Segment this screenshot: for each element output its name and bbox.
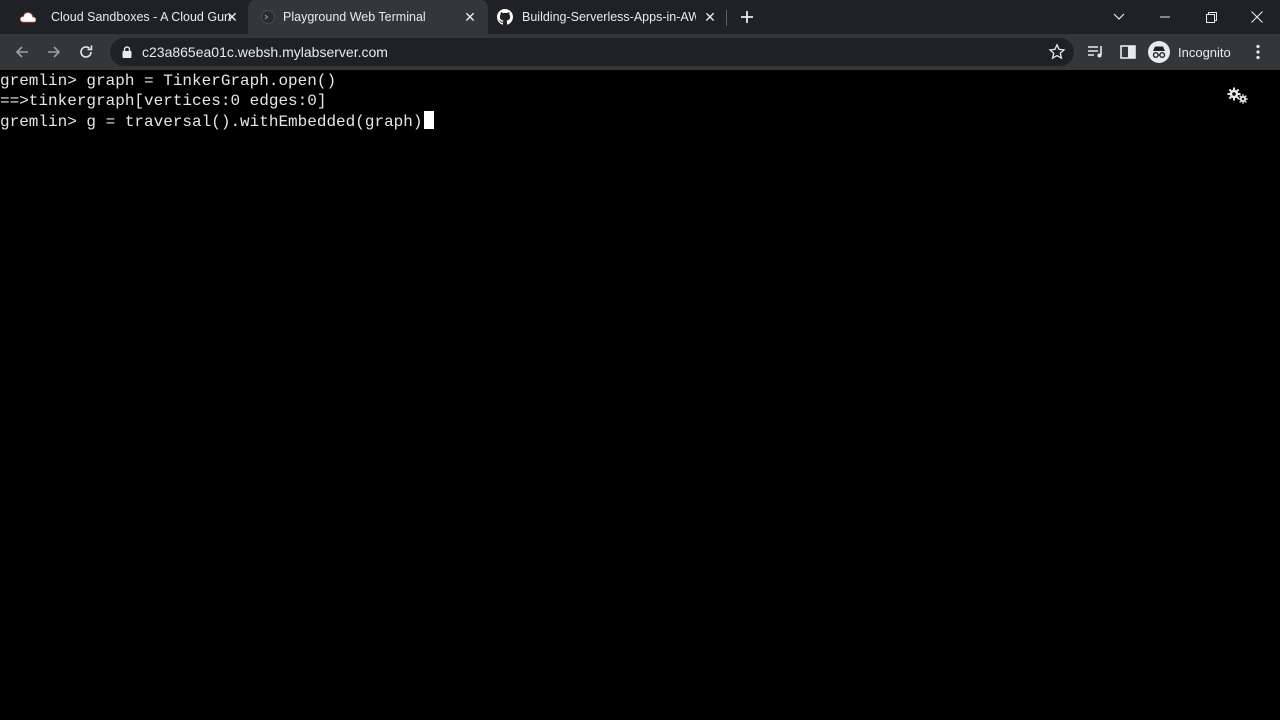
terminal-favicon-icon — [260, 9, 276, 25]
reading-list-icon[interactable] — [1086, 43, 1106, 61]
terminal-prompt-line[interactable]: gremlin> g = traversal().withEmbedded(gr… — [0, 111, 435, 132]
minimize-window-icon[interactable] — [1142, 0, 1188, 34]
tab-separator — [726, 10, 727, 26]
tab-title: Building-Serverless-Apps-in-AWS — [522, 10, 696, 24]
address-bar[interactable]: c23a865ea01c.websh.mylabserver.com — [110, 38, 1074, 66]
incognito-profile-button[interactable]: Incognito — [1148, 41, 1231, 63]
web-terminal[interactable]: gremlin> graph = TinkerGraph.open() ==>t… — [0, 70, 1280, 720]
side-panel-icon[interactable] — [1118, 43, 1138, 61]
lock-icon[interactable] — [120, 45, 134, 59]
reload-icon[interactable] — [74, 40, 98, 64]
tab-title: Playground Web Terminal — [283, 10, 426, 24]
tab-title: Cloud Sandboxes - A Cloud Guru — [51, 10, 231, 24]
close-tab-icon[interactable]: ✕ — [701, 8, 719, 26]
url-text[interactable]: c23a865ea01c.websh.mylabserver.com — [142, 44, 388, 60]
tab-strip: Cloud Sandboxes - A Cloud Guru ✕ Playgro… — [0, 0, 1280, 34]
restore-window-icon[interactable] — [1188, 0, 1234, 34]
tab-github-repo[interactable]: Building-Serverless-Apps-in-AWS ✕ — [488, 0, 724, 34]
terminal-output-line: ==>tinkergraph[vertices:0 edges:0] — [0, 92, 327, 110]
settings-gears-icon[interactable] — [1226, 86, 1250, 106]
bookmark-star-icon[interactable] — [1048, 43, 1066, 61]
back-arrow-icon[interactable] — [10, 40, 34, 64]
tab-cloud-sandboxes[interactable]: Cloud Sandboxes - A Cloud Guru ✕ — [8, 0, 248, 34]
incognito-label: Incognito — [1178, 44, 1231, 60]
close-tab-icon[interactable]: ✕ — [461, 8, 479, 26]
new-tab-plus-icon[interactable] — [736, 6, 758, 28]
close-tab-icon[interactable]: ✕ — [223, 8, 241, 26]
terminal-cursor — [424, 111, 435, 129]
terminal-command-text: gremlin> g = traversal().withEmbedded(gr… — [0, 113, 423, 131]
acloudguru-cloud-icon — [20, 9, 36, 25]
terminal-line: gremlin> graph = TinkerGraph.open() — [0, 72, 337, 90]
forward-arrow-icon[interactable] — [42, 40, 66, 64]
more-menu-kebab-icon[interactable] — [1250, 43, 1266, 61]
close-window-icon[interactable] — [1234, 0, 1280, 34]
tab-search-chevron-down-icon[interactable] — [1096, 0, 1142, 34]
tab-playground-web-terminal[interactable]: Playground Web Terminal ✕ — [248, 0, 488, 34]
github-icon — [497, 9, 513, 25]
incognito-icon — [1148, 41, 1170, 63]
